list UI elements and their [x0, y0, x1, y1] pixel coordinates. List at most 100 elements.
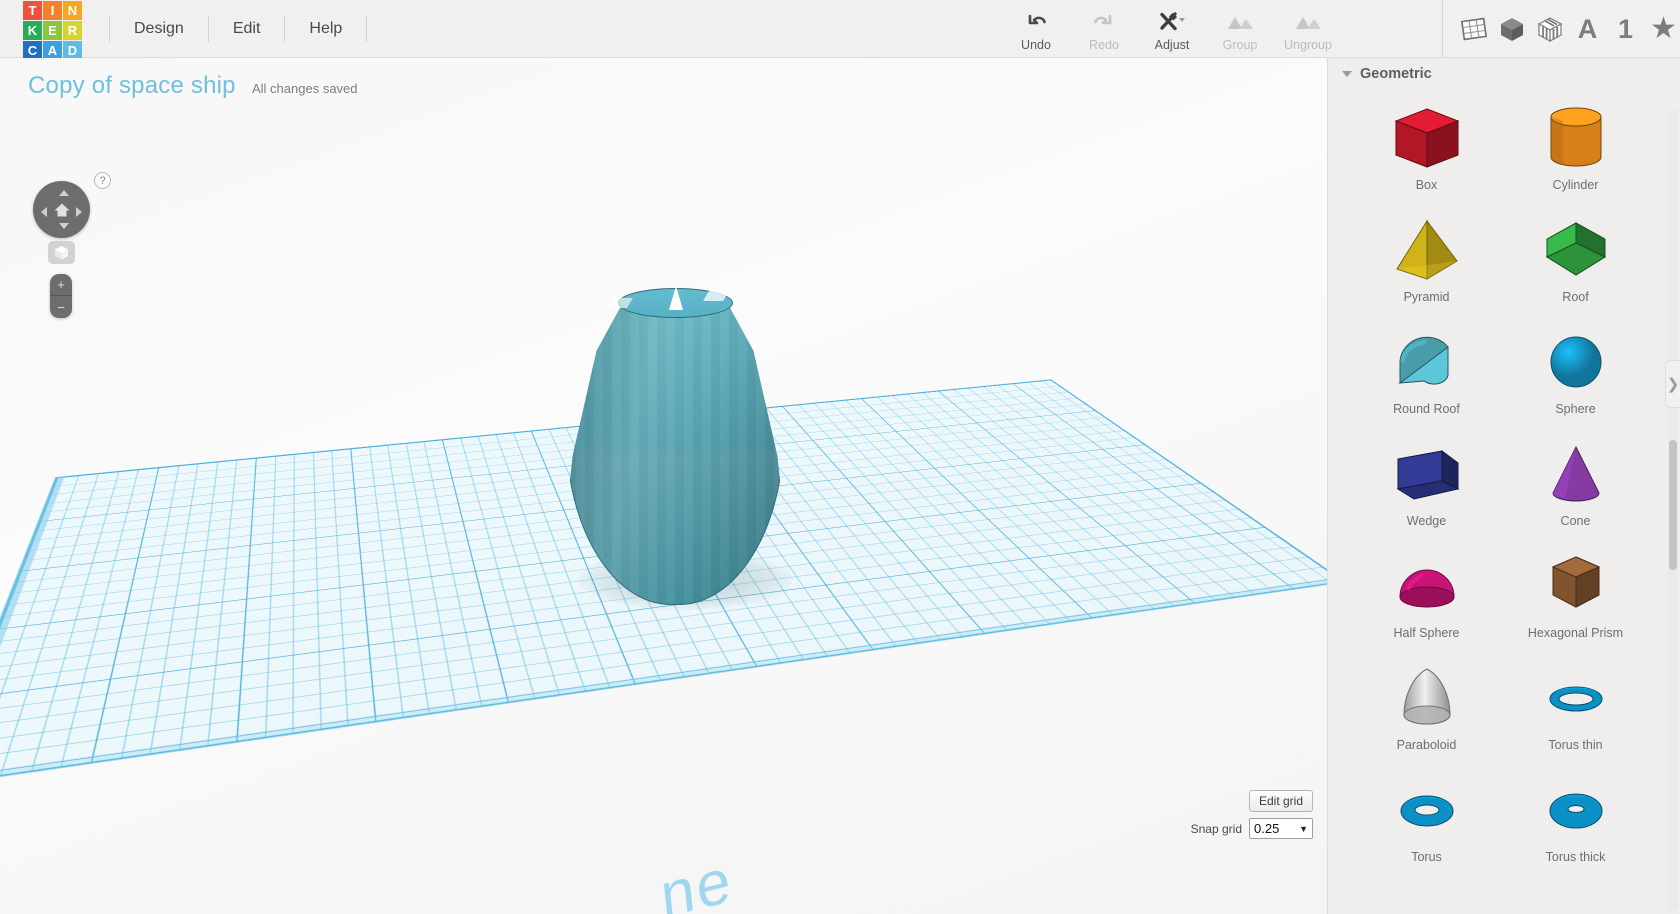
- logo-cell-i: I: [43, 0, 62, 20]
- snap-grid-row: Snap grid 0.25 ▼: [1191, 818, 1313, 839]
- cylinder-art: [1532, 100, 1620, 176]
- text-tool-icon[interactable]: A: [1571, 11, 1604, 47]
- number-tool-icon[interactable]: 1: [1609, 11, 1642, 47]
- nav-down-arrow-icon[interactable]: [58, 223, 69, 229]
- menu-item-help[interactable]: Help: [285, 15, 368, 42]
- box-3d-icon: [1394, 108, 1459, 168]
- shape-label: Half Sphere: [1393, 626, 1460, 640]
- shapes-section-header[interactable]: Geometric: [1328, 58, 1680, 84]
- torusthin-art: [1532, 660, 1620, 736]
- fit-cube-icon: [55, 246, 68, 260]
- shape-item-sphere[interactable]: Sphere: [1501, 316, 1650, 428]
- ungroup-button[interactable]: Ungroup: [1274, 0, 1342, 58]
- solid-cube-icon[interactable]: [1495, 11, 1528, 47]
- nav-left-arrow-icon[interactable]: [41, 206, 47, 217]
- text-tool-glyph: A: [1577, 13, 1598, 44]
- shapes-panel: Geometric Box Cylinder Pyramid Roof Round Ro…: [1327, 58, 1680, 914]
- workplane-icon[interactable]: [1457, 11, 1490, 47]
- zoom-in-button[interactable]: +: [50, 274, 72, 296]
- logo-cell-k: K: [23, 20, 42, 40]
- shape-item-torus-thin[interactable]: Torus thin: [1501, 652, 1650, 764]
- shape-label: Box: [1415, 178, 1438, 192]
- edit-grid-button[interactable]: Edit grid: [1248, 790, 1313, 812]
- adjust-icon: [1157, 10, 1187, 34]
- redo-label: Redo: [1089, 38, 1119, 52]
- design-title[interactable]: Copy of space ship: [28, 72, 236, 100]
- nav-right-arrow-icon[interactable]: [76, 206, 82, 217]
- shape-item-torus[interactable]: Torus: [1352, 764, 1501, 876]
- fit-to-view-button[interactable]: [48, 241, 75, 264]
- logo-cell-a: A: [43, 40, 62, 60]
- view-navigation-pad[interactable]: [33, 181, 90, 238]
- ungroup-icon: [1293, 10, 1323, 34]
- wedge-art: [1383, 436, 1471, 512]
- chevron-down-icon: [1342, 71, 1352, 77]
- torus-art: [1383, 772, 1471, 848]
- shape-item-hexagonal-prism[interactable]: Hexagonal Prism: [1501, 540, 1650, 652]
- help-button[interactable]: ?: [94, 172, 111, 189]
- shape-item-half-sphere[interactable]: Half Sphere: [1352, 540, 1501, 652]
- shape-label: Hexagonal Prism: [1527, 626, 1624, 640]
- zoom-control[interactable]: + −: [50, 274, 72, 318]
- group-icon: [1225, 10, 1255, 34]
- shape-item-round-roof[interactable]: Round Roof: [1352, 316, 1501, 428]
- shape-item-roof[interactable]: Roof: [1501, 204, 1650, 316]
- shape-label: Torus thin: [1548, 738, 1603, 752]
- shape-label: Roof: [1562, 290, 1589, 304]
- redo-button[interactable]: Redo: [1070, 0, 1138, 58]
- hole-cube-icon[interactable]: [1533, 11, 1566, 47]
- scrollbar-thumb[interactable]: [1669, 440, 1677, 570]
- hexagonal-prism-3d-icon: [1551, 556, 1600, 608]
- hexprism-art: [1532, 548, 1620, 624]
- adjust-label: Adjust: [1154, 38, 1190, 52]
- shape-label: Wedge: [1406, 514, 1447, 528]
- undo-button[interactable]: Undo: [1002, 0, 1070, 58]
- adjust-button[interactable]: Adjust: [1138, 0, 1206, 58]
- view-toolbar: A 1 ★: [1442, 0, 1680, 58]
- editor-canvas[interactable]: ne Copy of space ship All changes saved …: [0, 58, 1327, 914]
- shape-grid: Box Cylinder Pyramid Roof Round Roof Sphere We…: [1328, 84, 1680, 876]
- ungroup-label: Ungroup: [1284, 38, 1332, 52]
- group-button[interactable]: Group: [1206, 0, 1274, 58]
- save-status-text: All changes saved: [252, 81, 358, 96]
- logo-cell-r: R: [63, 20, 82, 40]
- panel-scrollbar[interactable]: [1668, 110, 1678, 910]
- cone-3d-icon: [1551, 445, 1600, 502]
- undo-label: Undo: [1021, 38, 1051, 52]
- menu-item-edit[interactable]: Edit: [209, 15, 286, 42]
- menu-item-design[interactable]: Design: [109, 15, 209, 42]
- nav-up-arrow-icon[interactable]: [58, 190, 69, 196]
- shape-item-torus-thick[interactable]: Torus thick: [1501, 764, 1650, 876]
- shape-item-wedge[interactable]: Wedge: [1352, 428, 1501, 540]
- shape-item-box[interactable]: Box: [1352, 92, 1501, 204]
- cylinder-3d-icon: [1550, 107, 1601, 167]
- logo-cell-d: D: [63, 40, 82, 60]
- home-view-icon[interactable]: [53, 201, 70, 218]
- snap-grid-select[interactable]: 0.25 ▼: [1249, 818, 1313, 839]
- shape-label: Pyramid: [1403, 290, 1450, 304]
- shape-item-paraboloid[interactable]: Paraboloid: [1352, 652, 1501, 764]
- number-tool-glyph: 1: [1617, 13, 1634, 44]
- favorites-star-icon[interactable]: ★: [1647, 11, 1680, 47]
- snap-grid-label: Snap grid: [1190, 821, 1242, 836]
- shape-item-cylinder[interactable]: Cylinder: [1501, 92, 1650, 204]
- box-art: [1383, 100, 1471, 176]
- shape-item-pyramid[interactable]: Pyramid: [1352, 204, 1501, 316]
- roof-art: [1532, 212, 1620, 288]
- main-menu: Design Edit Help: [109, 0, 368, 58]
- undo-icon: [1024, 10, 1048, 34]
- zoom-out-button[interactable]: −: [50, 296, 72, 318]
- halfsphere-art: [1383, 548, 1471, 624]
- tinkercad-logo[interactable]: TIN KER CAD: [23, 0, 82, 60]
- round-roof-3d-icon: [1397, 336, 1449, 385]
- shape-label: Paraboloid: [1396, 738, 1457, 752]
- torus-thin-3d-icon: [1549, 686, 1602, 712]
- canvas-header: Copy of space ship All changes saved: [0, 58, 1327, 120]
- pyramid-3d-icon: [1395, 219, 1458, 280]
- sphere-3d-icon: [1550, 336, 1601, 388]
- workplane-watermark: ne: [657, 845, 736, 914]
- cone-art: [1532, 436, 1620, 512]
- shape-item-cone[interactable]: Cone: [1501, 428, 1650, 540]
- logo-cell-t: T: [23, 0, 42, 20]
- panel-collapse-handle[interactable]: ❯: [1665, 360, 1680, 408]
